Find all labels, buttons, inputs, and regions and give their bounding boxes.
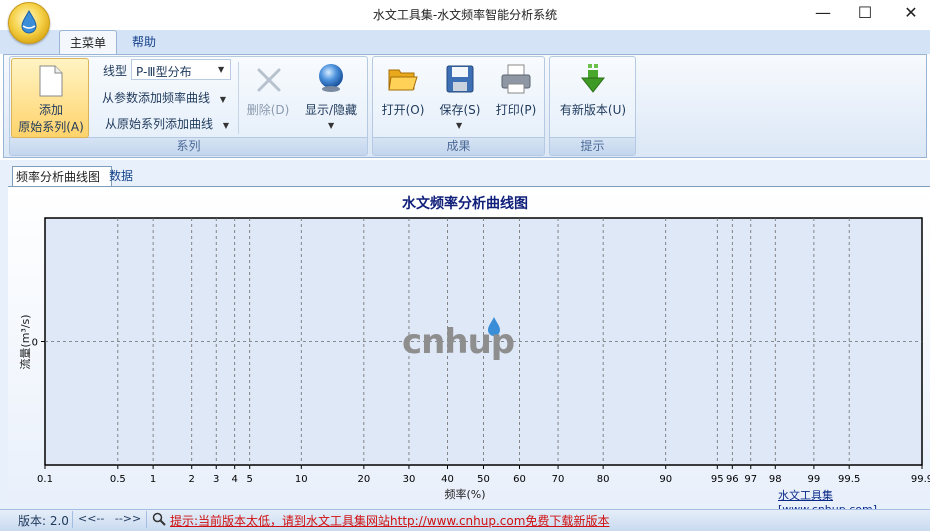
delete-label: 删除(D) [246,103,290,117]
chevron-down-icon: ▼ [218,65,225,74]
add-from-series-button[interactable]: 从原始系列添加曲线 ▼ [105,115,235,132]
line-type-select[interactable]: P-Ⅲ型分布 ▼ [131,59,231,80]
water-drop-icon [21,9,37,34]
status-tip-link[interactable]: 提示:当前版本太低，请到水文工具集网站http://www.cnhup.com免… [170,512,609,529]
add-from-params-label: 从参数添加频率曲线 [102,91,211,105]
add-from-series-label: 从原始系列添加曲线 [105,117,214,131]
chart-y-ticks: 0 [32,338,45,349]
x-tick-label: 99.5 [838,474,860,485]
tab-main-menu[interactable]: 主菜单 [59,30,117,55]
download-arrow-icon [580,64,606,93]
x-tick-label: 1 [150,474,156,485]
x-tick-label: 97 [744,474,757,485]
search-icon [152,512,166,526]
x-tick-label: 4 [231,474,237,485]
group-results-label: 成果 [373,137,544,155]
status-separator [146,511,147,528]
chevron-down-icon: ▼ [456,121,463,130]
nav-arrows[interactable]: <<-- -->> [78,512,141,525]
show-hide-button[interactable]: 显示/隐藏 ▼ [298,58,364,138]
tab-data[interactable]: 数据 [106,166,140,186]
cnhup-watermark: cnhup [402,316,542,376]
x-tick-label: 0.5 [110,474,126,485]
window-title: 水文工具集-水文频率智能分析系统 [372,8,558,22]
x-tick-label: 90 [659,474,672,485]
save-label: 保存(S) [439,103,481,117]
chart-title: 水文频率分析曲线图 [402,196,528,212]
new-version-button[interactable]: 有新版本(U) [553,58,633,136]
x-tick-label: 99.9 [911,474,930,485]
x-tick-label: 70 [552,474,565,485]
open-label: 打开(O) [381,103,425,117]
group-tips-label: 提示 [550,137,635,155]
minimize-button[interactable]: — [800,0,846,28]
save-button[interactable]: 保存(S) ▼ [434,58,486,138]
x-tick-label: 10 [295,474,308,485]
x-tick-label: 2 [189,474,195,485]
delete-x-icon [257,68,281,92]
delete-button[interactable]: 删除(D) [243,58,293,138]
maximize-button[interactable]: ☐ [842,0,888,28]
chevron-down-icon: ▼ [222,121,229,130]
group-separator [238,62,239,134]
x-tick-label: 0.1 [37,474,53,485]
x-tick-label: 80 [597,474,610,485]
app-logo[interactable] [8,2,50,44]
x-tick-label: 95 [711,474,724,485]
folder-open-icon [388,69,418,91]
add-original-label-2: 原始系列(A) [18,120,84,134]
watermark-text: cnhup [402,322,515,362]
globe-icon [319,64,343,92]
add-original-series-button[interactable]: 添加 原始系列(A) [11,58,89,138]
x-tick-label: 30 [403,474,416,485]
close-button[interactable]: ✕ [888,0,930,28]
show-hide-label: 显示/隐藏 [304,103,358,117]
tab-frequency-curve[interactable]: 频率分析曲线图 [12,166,112,187]
x-tick-label: 96 [726,474,739,485]
chevron-down-icon: ▼ [328,121,335,130]
add-original-label-1: 添加 [38,103,63,117]
x-tick-label: 3 [213,474,219,485]
x-tick-label: 40 [441,474,454,485]
open-button[interactable]: 打开(O) [377,58,429,136]
line-type-label: 线型 [103,64,128,78]
group-series-label: 系列 [10,137,367,155]
tab-help[interactable]: 帮助 [122,30,166,54]
status-separator [72,511,73,528]
chevron-down-icon: ▼ [219,95,226,104]
x-tick-label: 20 [357,474,370,485]
printer-icon [501,64,531,94]
x-tick-label: 50 [477,474,490,485]
line-type-value: P-Ⅲ型分布 [136,65,192,79]
chart-ylabel: 流量(m³/s) [19,314,32,370]
version-text: 版本: 2.0 [18,514,69,528]
print-label: 打印(P) [495,103,537,117]
print-button[interactable]: 打印(P) [490,58,542,136]
add-from-params-button[interactable]: 从参数添加频率曲线 ▼ [102,89,232,106]
new-version-label: 有新版本(U) [559,103,627,117]
chart-x-ticks: 0.1 0.5 1 2 3 4 5 10 20 30 40 50 60 70 80 90 95 96 97 98 99 9… [37,465,930,485]
x-tick-label: 99 [808,474,821,485]
x-tick-label: 5 [247,474,253,485]
floppy-disk-icon [446,65,474,93]
new-document-icon [39,65,63,97]
x-tick-label: 98 [769,474,782,485]
x-tick-label: 60 [513,474,526,485]
